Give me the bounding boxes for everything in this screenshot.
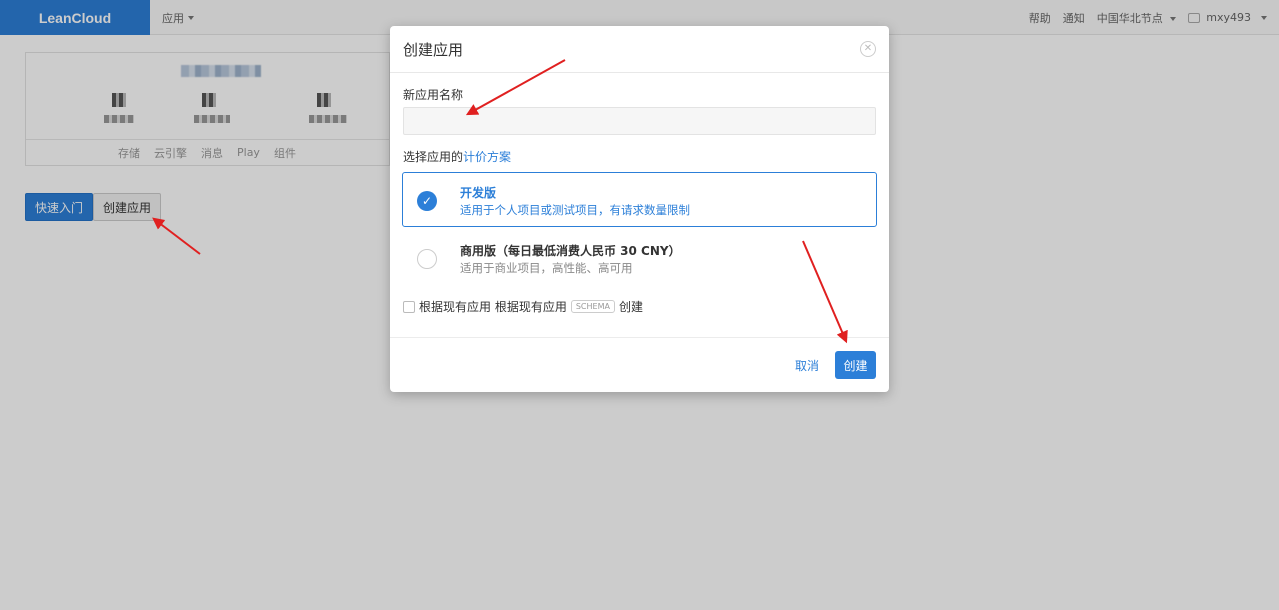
schema-tag: SCHEMA	[570, 300, 615, 313]
create-app-modal: 创建应用 ✕ 新应用名称 选择应用的计价方案 ✓ 开发版 适用于个人项目或测试项…	[390, 26, 889, 392]
modal-header: 创建应用 ✕	[390, 26, 889, 73]
schema-option: 根据现有应用 根据现有应用 SCHEMA 创建	[403, 298, 643, 315]
pricing-link[interactable]: 计价方案	[463, 150, 511, 164]
plan-label-text: 选择应用的	[403, 150, 464, 164]
app-name-label: 新应用名称	[403, 88, 464, 102]
schema-label: 根据现有应用 根据现有应用	[419, 300, 567, 314]
plan-label: 选择应用的计价方案	[403, 148, 511, 165]
modal-footer: 取消 创建	[390, 337, 889, 392]
radio-circle-icon[interactable]	[417, 249, 437, 269]
plan-option-dev[interactable]: ✓ 开发版 适用于个人项目或测试项目，有请求数量限制	[402, 172, 877, 227]
plan-desc: 适用于个人项目或测试项目，有请求数量限制	[460, 203, 690, 217]
cancel-button[interactable]: 取消	[795, 357, 819, 374]
close-icon[interactable]: ✕	[860, 41, 876, 57]
app-name-input[interactable]	[403, 107, 876, 135]
modal-title: 创建应用	[403, 41, 464, 59]
schema-suffix: 创建	[618, 300, 643, 314]
check-circle-icon[interactable]: ✓	[417, 191, 437, 211]
submit-create-button[interactable]: 创建	[835, 351, 876, 379]
plan-option-business[interactable]: 商用版（每日最低消费人民币 30 CNY） 适用于商业项目，高性能、高可用	[402, 230, 877, 285]
plan-title: 商用版（每日最低消费人民币 30 CNY）	[460, 244, 681, 258]
plan-desc: 适用于商业项目，高性能、高可用	[460, 261, 633, 275]
schema-checkbox[interactable]	[403, 300, 415, 313]
plan-title: 开发版	[460, 186, 497, 200]
